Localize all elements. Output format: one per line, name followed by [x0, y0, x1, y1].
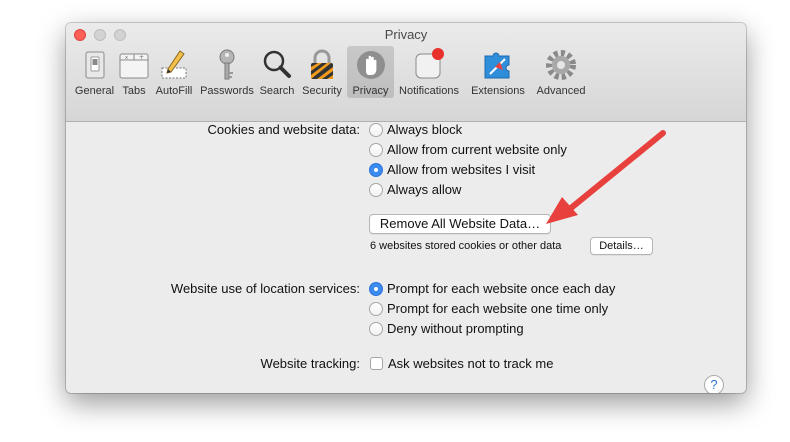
radio-always-allow[interactable]: Always allow [369, 182, 461, 197]
hand-icon [354, 48, 388, 82]
radio-button-selected[interactable] [369, 281, 383, 296]
key-icon [210, 48, 244, 82]
stored-cookies-text: 6 websites stored cookies or other data [370, 240, 562, 252]
details-button[interactable]: Details… [590, 237, 653, 255]
radio-deny-without-prompting[interactable]: Deny without prompting [369, 321, 524, 336]
tabs-icon: x + [117, 48, 151, 82]
tab-tabs[interactable]: x + Tabs [117, 46, 151, 98]
tab-extensions[interactable]: Extensions [464, 46, 532, 98]
website-tracking-label: Website tracking: [260, 356, 360, 371]
tab-autofill[interactable]: AutoFill [151, 46, 197, 98]
preferences-window: Privacy General x + Tabs AutoFill Passwo… [66, 23, 746, 393]
preferences-toolbar: General x + Tabs AutoFill Passwords Sear… [72, 45, 590, 119]
radio-always-block[interactable]: Always block [369, 122, 462, 137]
tab-security[interactable]: Security [297, 46, 347, 98]
radio-allow-current-website[interactable]: Allow from current website only [369, 142, 567, 157]
tab-notifications[interactable]: Notifications [394, 46, 464, 98]
magnifier-icon [260, 48, 294, 82]
privacy-pane: Cookies and website data: Always block A… [66, 122, 746, 393]
gear-icon [544, 48, 578, 82]
radio-allow-websites-visited[interactable]: Allow from websites I visit [369, 162, 535, 177]
radio-prompt-one-time-only[interactable]: Prompt for each website one time only [369, 301, 608, 316]
padlock-icon [305, 48, 339, 82]
radio-button-selected[interactable] [369, 162, 383, 177]
radio-prompt-once-each-day[interactable]: Prompt for each website once each day [369, 281, 615, 296]
help-button[interactable]: ? [704, 375, 724, 393]
puzzle-piece-icon [481, 48, 515, 82]
tab-general[interactable]: General [72, 46, 117, 98]
radio-button[interactable] [369, 301, 383, 316]
tab-advanced[interactable]: Advanced [532, 46, 590, 98]
window-title: Privacy [384, 27, 428, 42]
do-not-track-checkbox-row[interactable]: Ask websites not to track me [370, 356, 553, 371]
notification-badge-icon [412, 48, 446, 82]
tab-passwords[interactable]: Passwords [197, 46, 257, 98]
radio-button[interactable] [369, 142, 383, 157]
tab-search[interactable]: Search [257, 46, 297, 98]
title-bar: Privacy General x + Tabs AutoFill Passwo… [66, 23, 746, 122]
radio-button[interactable] [369, 182, 383, 197]
cookies-label: Cookies and website data: [207, 122, 360, 137]
do-not-track-checkbox[interactable] [370, 357, 383, 370]
location-services-label: Website use of location services: [170, 281, 360, 296]
general-switch-icon [78, 48, 112, 82]
radio-button[interactable] [369, 321, 383, 336]
svg-text:x: x [125, 55, 128, 61]
tab-privacy[interactable]: Privacy [347, 46, 394, 98]
svg-text:+: + [139, 54, 144, 61]
autofill-pencil-icon [157, 48, 191, 82]
remove-all-website-data-button[interactable]: Remove All Website Data… [369, 214, 551, 234]
radio-button[interactable] [369, 122, 383, 137]
